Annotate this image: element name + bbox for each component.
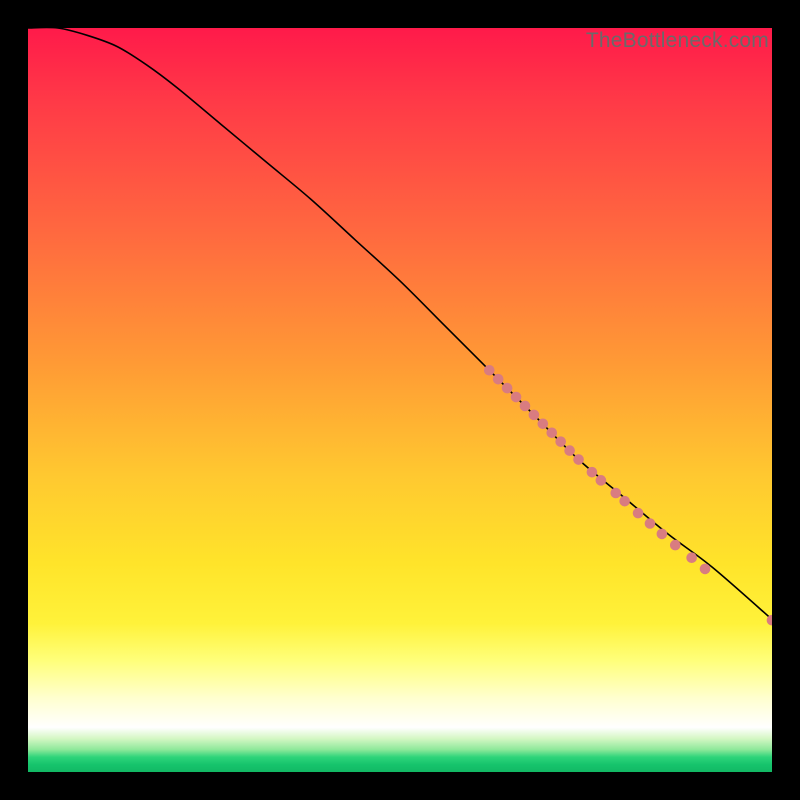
marker-dot xyxy=(555,436,566,447)
chart-overlay-svg xyxy=(28,28,772,772)
marker-dots-layer xyxy=(484,365,772,626)
marker-dot xyxy=(493,374,504,385)
marker-dot xyxy=(596,475,607,486)
marker-dot xyxy=(657,529,668,540)
marker-dot xyxy=(633,508,644,519)
marker-dot xyxy=(700,564,711,575)
plot-area: TheBottleneck.com xyxy=(28,28,772,772)
marker-dot xyxy=(587,467,598,478)
marker-dot xyxy=(564,445,575,456)
marker-dot xyxy=(520,401,531,412)
marker-dot xyxy=(538,419,549,430)
marker-dot xyxy=(619,496,630,507)
marker-dot xyxy=(573,454,584,465)
marker-dot xyxy=(670,540,681,551)
marker-dot xyxy=(686,552,697,563)
marker-dot xyxy=(502,383,513,394)
marker-dot xyxy=(511,392,522,403)
marker-dot xyxy=(645,518,656,529)
marker-dot xyxy=(546,427,557,438)
marker-dot xyxy=(484,365,495,376)
marker-dot xyxy=(529,410,540,421)
chart-frame: TheBottleneck.com xyxy=(0,0,800,800)
watermark-text: TheBottleneck.com xyxy=(586,29,769,53)
marker-dot xyxy=(610,488,621,499)
